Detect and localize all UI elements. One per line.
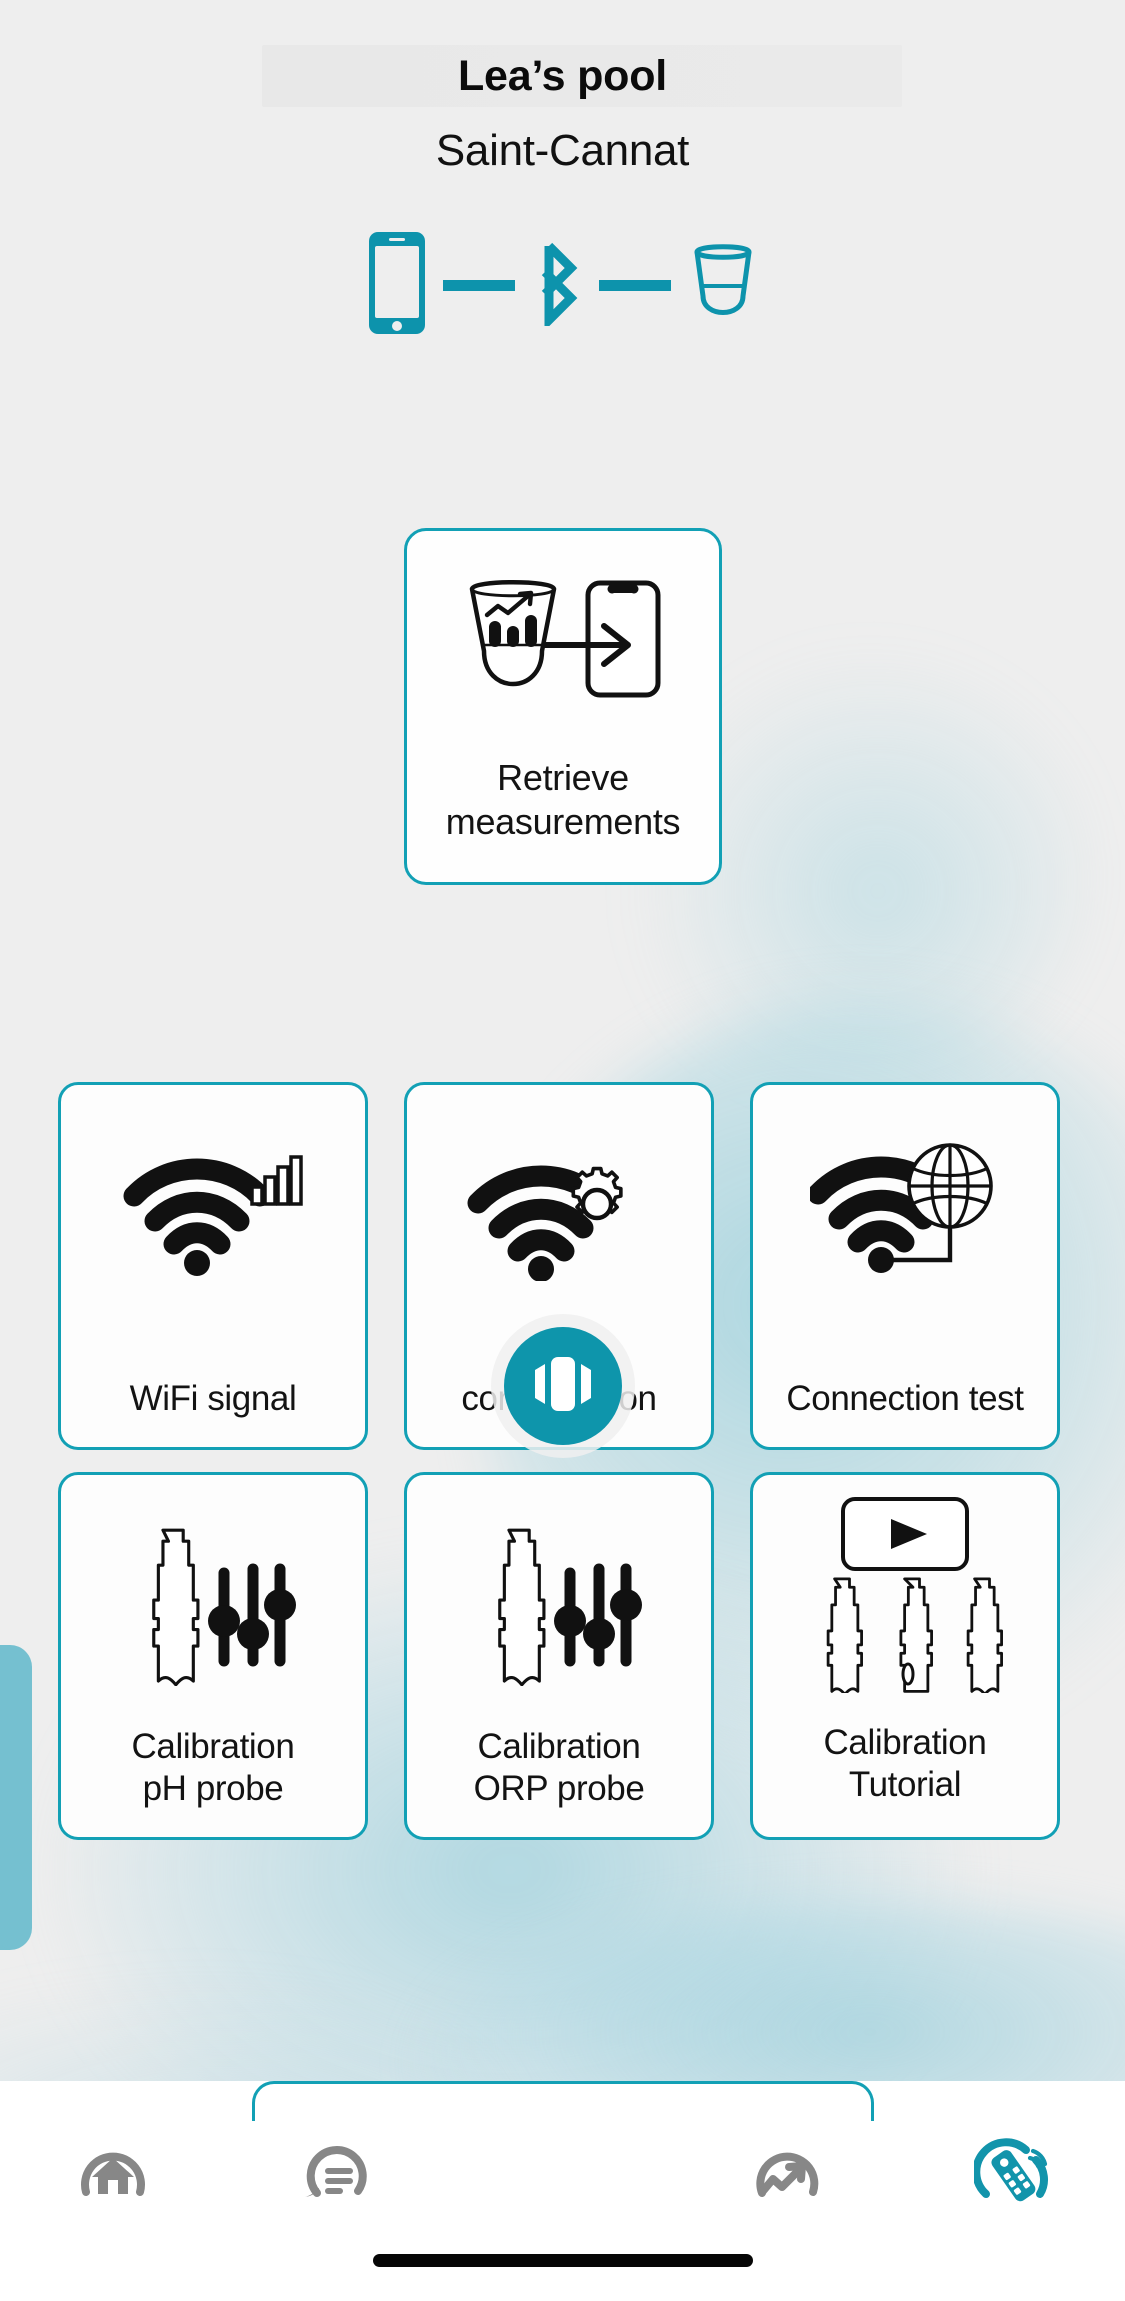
connection-status-row [0, 230, 1125, 341]
app-screen: Lea’s pool Saint-Cannat Retrieve measure… [0, 0, 1125, 2301]
tile-label: Calibration Tutorial [823, 1722, 987, 1805]
nav-item-remote[interactable] [900, 2117, 1125, 2237]
tile-label: Connection test [786, 1379, 1024, 1419]
pool-location: Saint-Cannat [435, 126, 690, 175]
wifi-signal-bars-icon [122, 1123, 304, 1303]
probe-to-phone-transfer-icon [458, 573, 668, 728]
chat-bubble-icon [301, 2138, 375, 2217]
carousel-cards-icon [527, 1351, 599, 1422]
wifi-globe-icon [810, 1123, 1000, 1303]
smartphone-icon [367, 230, 427, 341]
wifi-gear-icon [466, 1123, 652, 1303]
gauge-trend-icon [751, 2138, 825, 2217]
nav-notch-outline [252, 2081, 874, 2121]
probe-sliders-icon [474, 1513, 644, 1693]
connection-dash-right [598, 280, 671, 291]
tile-calibration-tutorial[interactable]: Calibration Tutorial [750, 1472, 1060, 1840]
nav-item-messages[interactable] [225, 2117, 450, 2237]
home-icon [76, 2138, 150, 2217]
nav-item-list [0, 2117, 1125, 2237]
tile-wifi-signal[interactable]: WiFi signal [58, 1082, 368, 1450]
play-probes-icon [805, 1497, 1005, 1693]
bottom-navigation-bar [0, 2081, 1125, 2301]
nav-item-analytics[interactable] [675, 2117, 900, 2237]
home-indicator[interactable] [372, 2254, 753, 2267]
retrieve-measurements-label: Retrieve measurements [445, 757, 681, 842]
remote-control-icon [971, 2136, 1052, 2219]
drawer-handle[interactable] [0, 1645, 32, 1950]
connection-dash-left [442, 280, 515, 291]
tile-label: WiFi signal [129, 1379, 297, 1419]
carousel-fab-button[interactable] [503, 1327, 622, 1445]
tile-connection-test[interactable]: Connection test [750, 1082, 1060, 1450]
probe-sliders-icon [128, 1513, 298, 1693]
bluetooth-icon [531, 240, 583, 331]
nav-item-home[interactable] [0, 2117, 225, 2237]
tile-calibration-orp-probe[interactable]: Calibration ORP probe [404, 1472, 714, 1840]
retrieve-measurements-button[interactable]: Retrieve measurements [404, 528, 722, 885]
tile-label: Calibration ORP probe [473, 1726, 645, 1809]
tile-calibration-ph-probe[interactable]: Calibration pH probe [58, 1472, 368, 1840]
pool-probe-icon [687, 238, 759, 333]
feature-tile-grid: WiFi signal WiFi configuration [58, 1082, 1070, 1840]
tile-label: Calibration pH probe [131, 1726, 295, 1809]
page-title: Lea’s pool [457, 52, 668, 100]
